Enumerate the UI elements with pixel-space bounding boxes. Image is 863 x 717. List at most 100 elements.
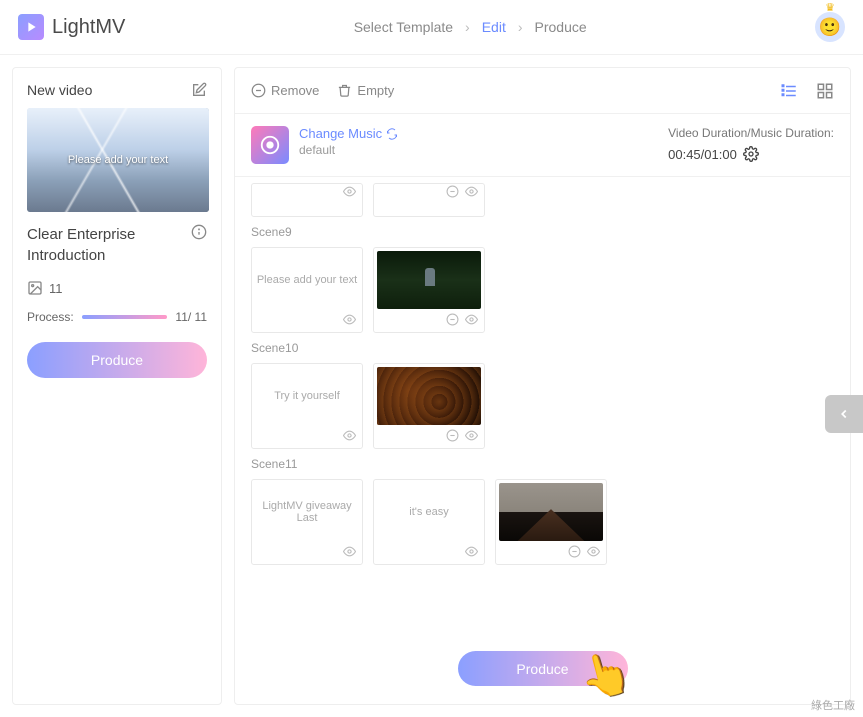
info-icon[interactable]	[191, 224, 207, 240]
clip-card-text[interactable]: Try it yourself	[251, 363, 363, 449]
gear-icon[interactable]	[743, 146, 759, 162]
remove-label: Remove	[271, 83, 319, 98]
clip-row: LightMV giveaway Lastit's easy	[251, 479, 834, 565]
avatar[interactable]: ♛ 🙂	[815, 12, 845, 42]
empty-icon	[337, 83, 352, 98]
music-row: Change Music default Video Duration/Musi…	[235, 114, 850, 177]
eye-icon[interactable]	[343, 185, 356, 203]
eye-icon[interactable]	[465, 429, 478, 447]
breadcrumb: Select Template › Edit › Produce	[125, 19, 815, 35]
music-icon[interactable]	[251, 126, 289, 164]
remove-button[interactable]: Remove	[251, 83, 319, 98]
process-row: Process: 11/ 11	[27, 310, 207, 324]
produce-button-footer-label: Produce	[516, 661, 568, 677]
clip-footer	[252, 544, 362, 564]
scenes-container: Scene9 Please add your text Scene10 Try it …	[235, 177, 850, 633]
image-count: 11	[27, 280, 207, 296]
minus-icon[interactable]	[446, 429, 459, 447]
scene-tag: Scene10	[251, 341, 834, 355]
eye-icon[interactable]	[465, 545, 478, 563]
swap-icon	[386, 128, 398, 140]
preview-overlay-text: Please add your text	[68, 154, 168, 166]
change-music-button[interactable]: Change Music	[299, 126, 398, 141]
template-title: Clear Enterprise Introduction	[27, 224, 185, 266]
clip-thumb-area	[496, 480, 606, 544]
clip-card-media[interactable]	[373, 183, 485, 217]
clip-card-media[interactable]	[373, 363, 485, 449]
minus-circle-icon	[251, 83, 266, 98]
empty-label: Empty	[357, 83, 394, 98]
main-layout: New video Please add your text Clear Ent…	[0, 55, 863, 717]
logo-icon	[18, 14, 44, 40]
template-title-row: Clear Enterprise Introduction	[27, 224, 207, 266]
clip-text: LightMV giveaway Last	[252, 480, 362, 544]
clip-footer	[374, 544, 484, 564]
clip-thumb-area	[374, 364, 484, 428]
minus-icon[interactable]	[568, 545, 581, 563]
chevron-right-icon: ›	[518, 19, 523, 35]
produce-button-label: Produce	[91, 352, 143, 368]
content-toolbar: Remove Empty	[235, 68, 850, 114]
eye-icon[interactable]	[343, 313, 356, 331]
image-icon	[27, 280, 43, 296]
eye-icon[interactable]	[343, 545, 356, 563]
list-view-icon[interactable]	[780, 82, 798, 100]
logo[interactable]: LightMV	[18, 14, 125, 40]
scene-tag: Scene9	[251, 225, 834, 239]
thumbnail-forest	[377, 251, 481, 309]
chevron-right-icon: ›	[465, 19, 470, 35]
content-panel: Remove Empty Change Music default	[234, 67, 851, 705]
right-collapse-tab[interactable]	[825, 395, 863, 433]
clip-footer	[374, 184, 484, 204]
image-count-value: 11	[49, 281, 63, 296]
process-value: 11/ 11	[175, 310, 207, 324]
breadcrumb-step1[interactable]: Select Template	[354, 19, 453, 35]
clip-row	[251, 183, 834, 217]
clip-card-media[interactable]	[373, 247, 485, 333]
process-bar	[82, 315, 168, 319]
scene-tag: Scene11	[251, 457, 834, 471]
minus-icon[interactable]	[446, 313, 459, 331]
watermark: 綠色工廠	[811, 697, 855, 713]
thumbnail-leaves	[377, 367, 481, 425]
breadcrumb-step3[interactable]: Produce	[535, 19, 587, 35]
eye-icon[interactable]	[587, 545, 600, 563]
clip-card-text[interactable]: it's easy	[373, 479, 485, 565]
edit-icon[interactable]	[191, 82, 207, 98]
new-video-label: New video	[27, 82, 92, 98]
clip-thumb-area	[374, 248, 484, 312]
eye-icon[interactable]	[465, 313, 478, 331]
clip-row: Please add your text	[251, 247, 834, 333]
clip-footer	[252, 312, 362, 332]
minus-icon[interactable]	[446, 185, 459, 203]
clip-text: it's easy	[374, 480, 484, 544]
clip-row: Try it yourself	[251, 363, 834, 449]
music-name: default	[299, 143, 398, 157]
eye-icon[interactable]	[465, 185, 478, 203]
produce-button-sidebar[interactable]: Produce	[27, 342, 207, 378]
clip-footer	[374, 312, 484, 332]
brand-name: LightMV	[52, 16, 125, 39]
clip-footer	[252, 428, 362, 448]
clip-text: Please add your text	[252, 248, 362, 312]
empty-button[interactable]: Empty	[337, 83, 394, 98]
clip-card-text[interactable]: LightMV giveaway Last	[251, 479, 363, 565]
clip-card-media[interactable]	[495, 479, 607, 565]
clip-card-empty[interactable]	[251, 183, 363, 217]
sidebar: New video Please add your text Clear Ent…	[12, 67, 222, 705]
produce-button-footer[interactable]: Produce	[458, 651, 628, 686]
duration-info: Video Duration/Music Duration: 00:45/01:…	[668, 126, 834, 162]
change-music-label: Change Music	[299, 126, 382, 141]
grid-view-icon[interactable]	[816, 82, 834, 100]
clip-footer	[374, 428, 484, 448]
clip-footer	[252, 184, 362, 204]
duration-label: Video Duration/Music Duration:	[668, 126, 834, 140]
process-label: Process:	[27, 310, 74, 324]
eye-icon[interactable]	[343, 429, 356, 447]
new-video-row: New video	[27, 82, 207, 98]
duration-value: 00:45/01:00	[668, 147, 737, 162]
breadcrumb-step2[interactable]: Edit	[482, 19, 506, 35]
clip-card-text[interactable]: Please add your text	[251, 247, 363, 333]
clip-footer	[496, 544, 606, 564]
template-preview[interactable]: Please add your text	[27, 108, 209, 212]
